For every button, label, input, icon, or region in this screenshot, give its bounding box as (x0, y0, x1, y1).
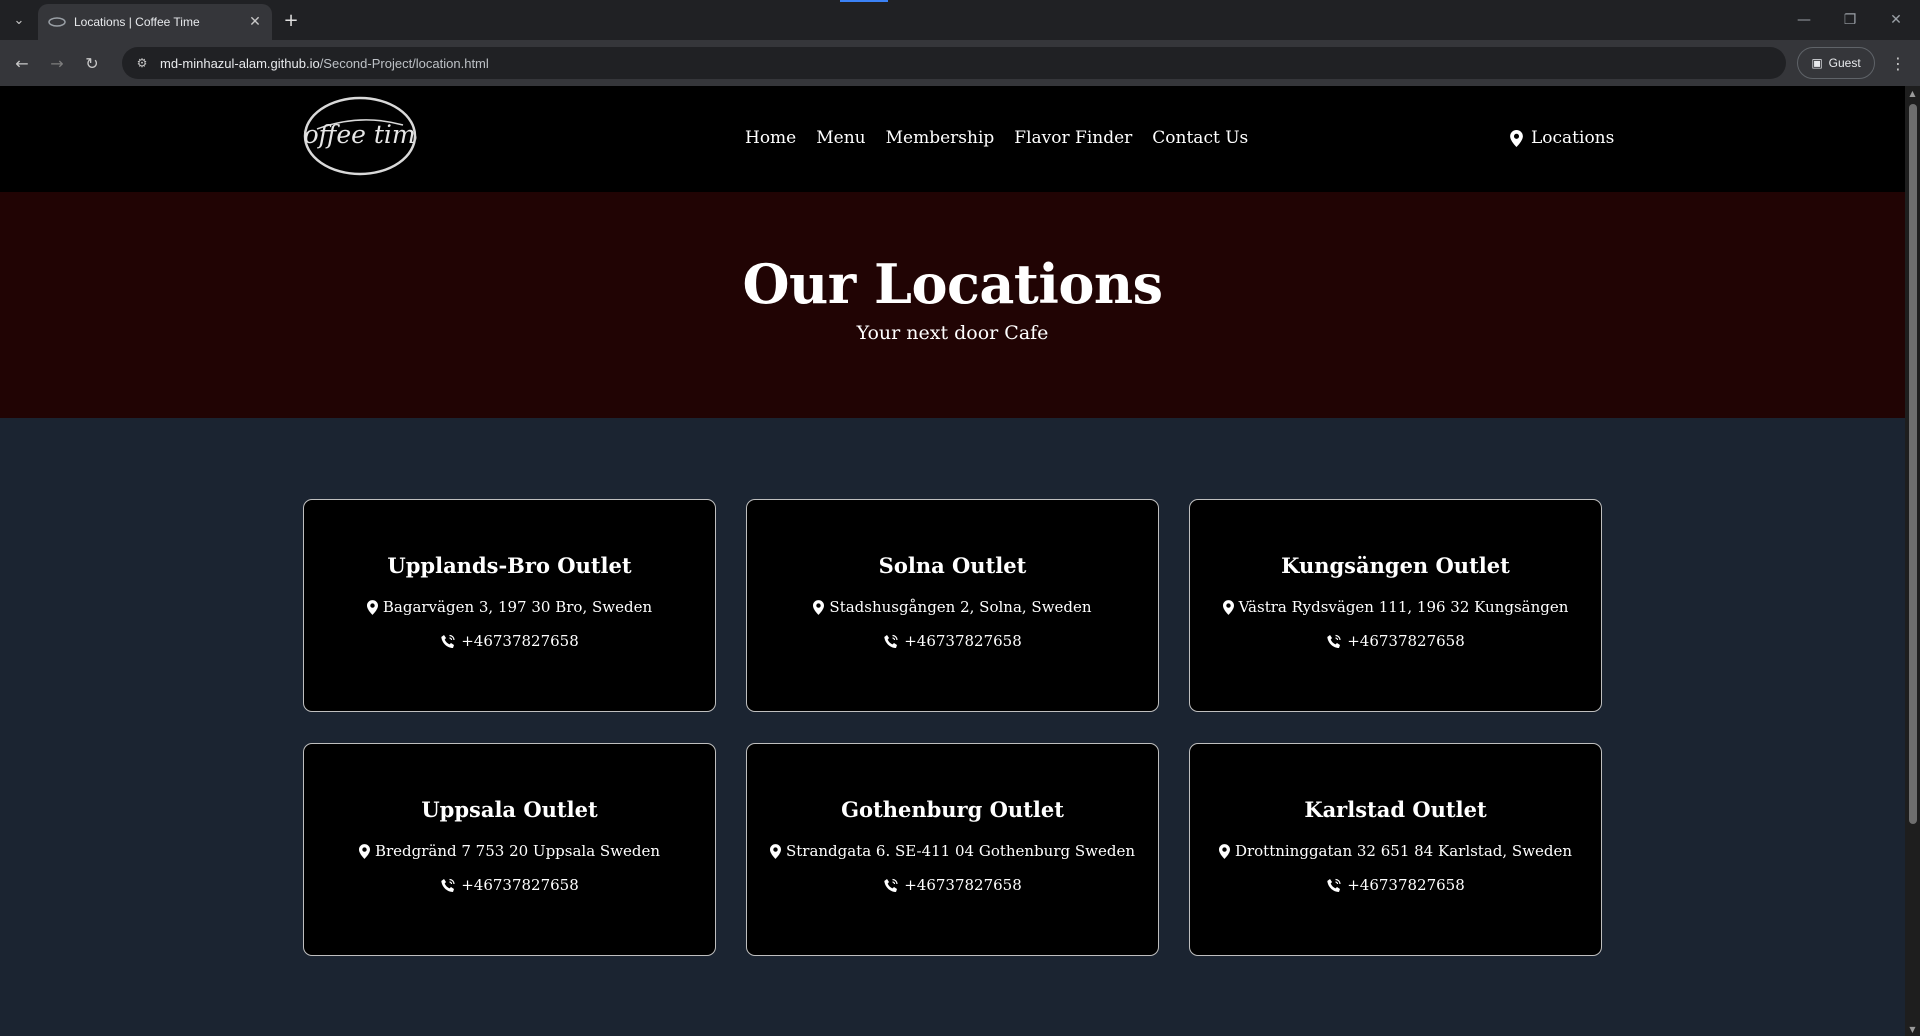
tab-close-icon[interactable]: ✕ (246, 13, 264, 31)
browser-menu-icon[interactable]: ⋮ (1886, 51, 1910, 75)
location-name: Karlstad Outlet (1304, 797, 1487, 822)
nav-flavor-finder[interactable]: Flavor Finder (1014, 128, 1132, 148)
coffee-time-logo[interactable]: coffee time (290, 95, 430, 177)
phone-icon (1326, 878, 1342, 893)
nav-menu[interactable]: Menu (816, 128, 865, 148)
nav-home[interactable]: Home (745, 128, 796, 148)
site-info-icon[interactable]: ⚙ (132, 53, 152, 73)
phone-icon (883, 878, 899, 893)
location-card: Solna Outlet Stadshusgången 2, Solna, Sw… (746, 499, 1159, 712)
location-pin-icon (813, 599, 825, 615)
tab-search-icon[interactable]: ⌄ (8, 9, 30, 31)
phone-icon (1326, 634, 1342, 649)
profile-icon: ▣ (1811, 56, 1823, 70)
location-pin-icon (358, 843, 370, 859)
url-host: md-minhazul-alam.github.io (160, 55, 320, 71)
location-phone[interactable]: +46737827658 (461, 632, 579, 650)
profile-button[interactable]: ▣ Guest (1797, 47, 1875, 79)
location-address: Drottninggatan 32 651 84 Karlstad, Swede… (1234, 842, 1573, 860)
tab-favicon-icon (48, 16, 66, 28)
close-window-icon[interactable]: ✕ (1884, 8, 1908, 32)
location-pin-icon (366, 599, 378, 615)
location-card: Upplands-Bro Outlet Bagarvägen 3, 197 30… (303, 499, 716, 712)
location-phone[interactable]: +46737827658 (1347, 876, 1465, 894)
locations-label: Locations (1531, 128, 1615, 148)
svg-text:coffee time: coffee time (303, 120, 417, 149)
location-name: Kungsängen Outlet (1281, 553, 1510, 578)
location-pin-icon (769, 843, 781, 859)
tab-loading-indicator (840, 0, 888, 2)
restore-icon[interactable]: ❐ (1838, 8, 1862, 32)
reload-icon[interactable]: ↻ (80, 51, 104, 75)
browser-tab[interactable]: Locations | Coffee Time ✕ (38, 4, 272, 40)
locations-grid: Upplands-Bro Outlet Bagarvägen 3, 197 30… (303, 499, 1603, 956)
new-tab-icon[interactable]: + (280, 9, 302, 31)
scroll-down-icon[interactable]: ▼ (1905, 1022, 1920, 1036)
location-phone[interactable]: +46737827658 (1347, 632, 1465, 650)
phone-icon (440, 634, 456, 649)
browser-toolbar: ← → ↻ ⚙ md-minhazul-alam.github.io/Secon… (0, 40, 1920, 86)
location-card: Kungsängen Outlet Västra Rydsvägen 111, … (1189, 499, 1602, 712)
location-address: Stadshusgången 2, Solna, Sweden (829, 598, 1092, 616)
browser-tabstrip: ⌄ Locations | Coffee Time ✕ + — ❐ ✕ (0, 0, 1920, 40)
location-card: Karlstad Outlet Drottninggatan 32 651 84… (1189, 743, 1602, 956)
location-pin-icon (1218, 843, 1230, 859)
location-pin-icon (1510, 129, 1523, 147)
location-address: Bredgränd 7 753 20 Uppsala Sweden (374, 842, 661, 860)
location-phone[interactable]: +46737827658 (904, 632, 1022, 650)
location-name: Upplands-Bro Outlet (387, 553, 632, 578)
url-path: /Second-Project/location.html (319, 55, 489, 71)
profile-label: Guest (1828, 56, 1861, 70)
page-title: Our Locations (742, 252, 1163, 316)
main-nav: Home Menu Membership Flavor Finder Conta… (745, 128, 1248, 148)
nav-contact-us[interactable]: Contact Us (1152, 128, 1248, 148)
tab-title: Locations | Coffee Time (74, 15, 200, 29)
location-phone[interactable]: +46737827658 (461, 876, 579, 894)
location-address: Västra Rydsvägen 111, 196 32 Kungsängen (1238, 598, 1569, 616)
location-card: Gothenburg Outlet Strandgata 6. SE-411 0… (746, 743, 1159, 956)
minimize-icon[interactable]: — (1792, 8, 1816, 32)
site-header: coffee time Home Menu Membership Flavor … (0, 86, 1905, 192)
nav-membership[interactable]: Membership (886, 128, 995, 148)
location-pin-icon (1222, 599, 1234, 615)
location-name: Uppsala Outlet (421, 797, 598, 822)
location-address: Bagarvägen 3, 197 30 Bro, Sweden (382, 598, 653, 616)
scroll-up-icon[interactable]: ▲ (1905, 86, 1920, 100)
location-card: Uppsala Outlet Bredgränd 7 753 20 Uppsal… (303, 743, 716, 956)
address-bar[interactable]: ⚙ md-minhazul-alam.github.io/Second-Proj… (122, 47, 1786, 79)
location-name: Solna Outlet (878, 553, 1027, 578)
location-name: Gothenburg Outlet (841, 797, 1064, 822)
locations-link[interactable]: Locations (1510, 128, 1614, 148)
page-subtitle: Your next door Cafe (856, 322, 1049, 344)
page-scrollbar[interactable]: ▲ ▼ (1905, 86, 1920, 1036)
location-address: Strandgata 6. SE-411 04 Gothenburg Swede… (785, 842, 1136, 860)
scroll-thumb[interactable] (1909, 104, 1917, 824)
phone-icon (883, 634, 899, 649)
forward-icon[interactable]: → (45, 51, 69, 75)
url-text[interactable]: md-minhazul-alam.github.io/Second-Projec… (160, 56, 489, 71)
phone-icon (440, 878, 456, 893)
hero-banner: Our Locations Your next door Cafe (0, 192, 1905, 418)
back-icon[interactable]: ← (10, 51, 34, 75)
location-phone[interactable]: +46737827658 (904, 876, 1022, 894)
